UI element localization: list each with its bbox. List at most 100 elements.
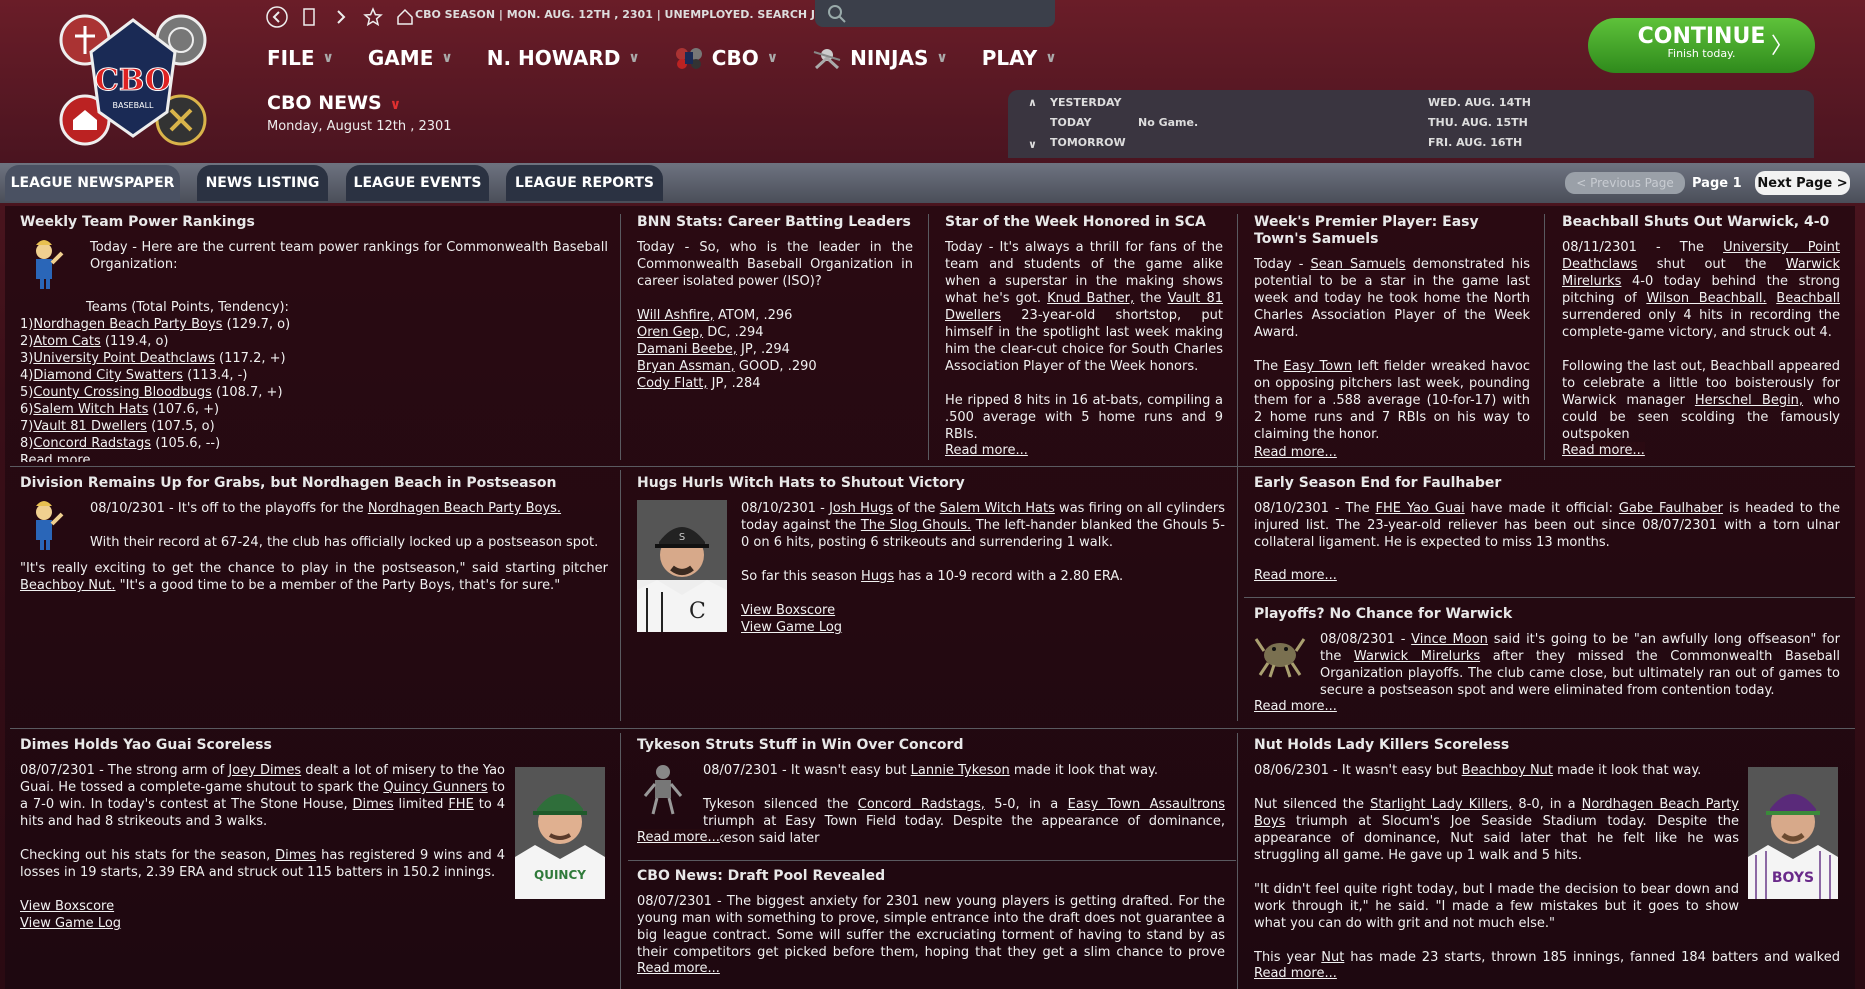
tab-news-listing[interactable]: NEWS LISTING: [197, 165, 328, 201]
team-link[interactable]: The Slog Ghouls.: [861, 518, 971, 533]
view-boxscore-link[interactable]: View Boxscore: [741, 602, 1225, 619]
read-more-link[interactable]: Read more...: [945, 442, 1028, 459]
team-link[interactable]: Concord Radstags: [33, 436, 151, 451]
search-input[interactable]: [815, 0, 1055, 27]
read-more-link[interactable]: Read more...: [1254, 698, 1337, 715]
menu-ninjas[interactable]: NINJAS ∨: [812, 46, 948, 70]
player-link[interactable]: Beachball: [1776, 291, 1840, 306]
chevron-down-icon[interactable]: ∨: [1028, 138, 1037, 151]
text: surrendered only 4 hits in recording the…: [1562, 308, 1840, 340]
player-link[interactable]: Dimes: [275, 848, 316, 863]
team-link[interactable]: Nordhagen Beach Party Boys.: [368, 501, 561, 516]
schedule-today: TODAY: [1050, 116, 1092, 129]
story-title[interactable]: Tykeson Struts Stuff in Win Over Concord: [637, 737, 1225, 754]
team-link[interactable]: Easy Town Assaultrons: [1068, 797, 1225, 812]
text: "It's a good time to be a member of the …: [115, 578, 561, 593]
player-link[interactable]: Herschel Begin,: [1695, 393, 1803, 408]
player-link[interactable]: Nut: [1321, 950, 1344, 965]
player-link[interactable]: Beachboy Nut.: [20, 578, 116, 593]
story-title[interactable]: Playoffs? No Chance for Warwick: [1254, 606, 1840, 623]
player-link[interactable]: Beachboy Nut: [1462, 763, 1553, 778]
story-title[interactable]: BNN Stats: Career Batting Leaders: [637, 214, 913, 231]
story-title[interactable]: Dimes Holds Yao Guai Scoreless: [20, 737, 608, 754]
player-link[interactable]: Lannie Tykeson: [911, 763, 1010, 778]
read-more-link[interactable]: Read more...: [1254, 965, 1337, 982]
previous-page-button[interactable]: < Previous Page: [1565, 172, 1685, 194]
league-logo[interactable]: CBO BASEBALL: [55, 12, 210, 152]
player-link[interactable]: Gabe Faulhaber: [1619, 501, 1723, 516]
player-link[interactable]: Dimes: [353, 797, 394, 812]
team-link[interactable]: Nordhagen Beach Party Boys: [33, 317, 222, 332]
view-game-log-link[interactable]: View Game Log: [20, 915, 505, 932]
story-title[interactable]: Star of the Week Honored in SCA: [945, 214, 1223, 231]
story-hugs: Hugs Hurls Witch Hats to Shutout Victory…: [637, 475, 1225, 720]
story-title[interactable]: Beachball Shuts Out Warwick, 4-0: [1562, 214, 1840, 231]
list-item: 4)Diamond City Swatters (113.4, -): [20, 367, 608, 384]
story-text: With their record at 67-24, the club has…: [90, 535, 599, 550]
team-link[interactable]: Salem Witch Hats: [940, 501, 1055, 516]
menu-cbo[interactable]: CBO ∨: [674, 46, 778, 70]
team-link[interactable]: Salem Witch Hats: [33, 402, 148, 417]
back-icon[interactable]: [264, 4, 290, 30]
story-title[interactable]: Nut Holds Lady Killers Scoreless: [1254, 737, 1840, 754]
player-link[interactable]: Wilson Beachball.: [1646, 291, 1766, 306]
player-link[interactable]: Damani Beebe,: [637, 342, 737, 357]
next-page-button[interactable]: Next Page >: [1755, 171, 1850, 195]
player-link[interactable]: Josh Hugs: [829, 501, 893, 516]
read-more-link[interactable]: Read more...: [1254, 567, 1337, 584]
team-link[interactable]: County Crossing Bloodbugs: [33, 385, 212, 400]
bookmark-icon[interactable]: [296, 4, 322, 30]
list-item: 5)County Crossing Bloodbugs (108.7, +): [20, 384, 608, 401]
menu-file[interactable]: FILE ∨: [267, 46, 334, 70]
chevron-up-icon[interactable]: ∧: [1028, 96, 1037, 109]
story-title[interactable]: Hugs Hurls Witch Hats to Shutout Victory: [637, 475, 1225, 492]
story-beachball: Beachball Shuts Out Warwick, 4-0 08/11/2…: [1562, 214, 1840, 462]
team-link[interactable]: University Point Deathclaws: [33, 351, 215, 366]
menu-manager[interactable]: N. HOWARD ∨: [487, 46, 640, 70]
team-link[interactable]: Concord Radstags,: [858, 797, 985, 812]
view-game-log-link[interactable]: View Game Log: [741, 619, 1225, 636]
continue-button[interactable]: CONTINUE Finish today. 〉: [1588, 18, 1815, 73]
player-link[interactable]: Cody Flatt,: [637, 376, 708, 391]
player-link[interactable]: Oren Gep,: [637, 325, 703, 340]
star-icon[interactable]: [360, 4, 386, 30]
team-link[interactable]: Diamond City Swatters: [33, 368, 183, 383]
story-title[interactable]: CBO News: Draft Pool Revealed: [637, 868, 1225, 885]
player-link[interactable]: Will Ashfire,: [637, 308, 714, 323]
team-link[interactable]: Atom Cats: [33, 334, 100, 349]
read-more-link[interactable]: Read more...: [637, 960, 720, 977]
story-title[interactable]: Early Season End for Faulhaber: [1254, 475, 1840, 492]
tab-league-reports[interactable]: LEAGUE REPORTS: [506, 165, 663, 201]
team-link[interactable]: Starlight Lady Killers,: [1370, 797, 1512, 812]
mirelurk-icon: [1254, 638, 1306, 678]
team-link[interactable]: Quincy Gunners: [383, 780, 487, 795]
story-title[interactable]: Division Remains Up for Grabs, but Nordh…: [20, 475, 608, 492]
team-link[interactable]: Warwick Mirelurks: [1354, 649, 1480, 664]
divider: [620, 470, 621, 721]
page-title[interactable]: CBO NEWS ∨: [267, 92, 401, 114]
menu-play[interactable]: PLAY ∨: [982, 46, 1057, 70]
tab-league-newspaper[interactable]: LEAGUE NEWSPAPER: [5, 165, 180, 201]
forward-icon[interactable]: [328, 4, 354, 30]
story-title[interactable]: Week's Premier Player: Easy Town's Samue…: [1254, 214, 1530, 248]
team-link[interactable]: Vault 81 Dwellers: [33, 419, 147, 434]
player-link[interactable]: Bryan Assman,: [637, 359, 735, 374]
rank-number: 6): [20, 402, 34, 417]
player-link[interactable]: Joey Dimes: [228, 763, 301, 778]
team-link[interactable]: Easy Town: [1284, 359, 1353, 374]
view-boxscore-link[interactable]: View Boxscore: [20, 898, 505, 915]
player-link[interactable]: Vince Moon: [1411, 632, 1488, 647]
status-line[interactable]: CBO SEASON | MON. AUG. 12TH , 2301 | UNE…: [415, 8, 853, 21]
tab-league-events[interactable]: LEAGUE EVENTS: [346, 165, 489, 201]
player-link[interactable]: Hugs: [861, 569, 894, 584]
menu-game[interactable]: GAME ∨: [368, 46, 453, 70]
read-more-link[interactable]: Read more...: [20, 452, 608, 462]
player-link[interactable]: Sean Samuels: [1310, 257, 1405, 272]
read-more-link[interactable]: Read more...: [1254, 444, 1337, 461]
read-more-link[interactable]: Read more...: [637, 829, 720, 846]
team-link[interactable]: FHE Yao Guai: [1375, 501, 1464, 516]
read-more-link[interactable]: Read more...: [1562, 442, 1645, 459]
team-link[interactable]: FHE: [448, 797, 473, 812]
player-link[interactable]: Knud Bather,: [1047, 291, 1134, 306]
story-title[interactable]: Weekly Team Power Rankings: [20, 214, 608, 231]
